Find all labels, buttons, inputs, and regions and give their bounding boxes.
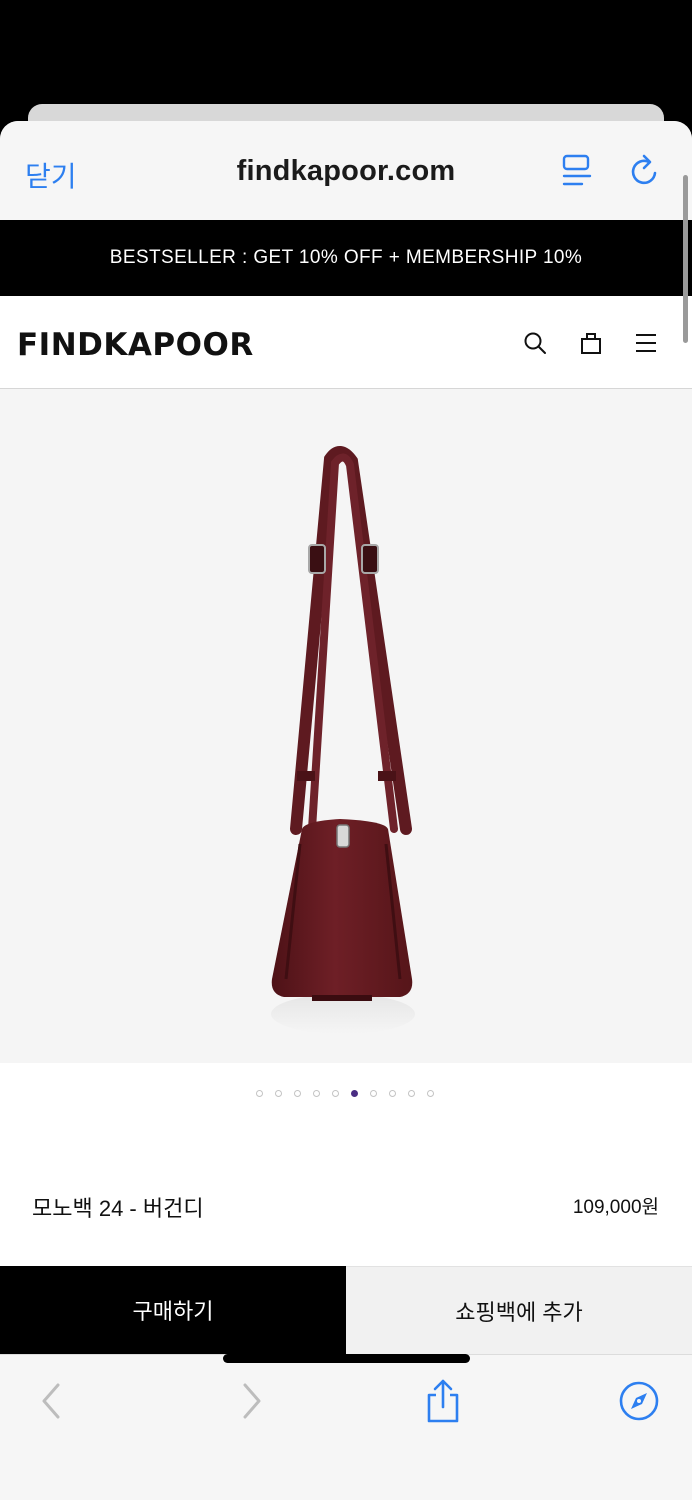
back-icon[interactable]	[30, 1379, 74, 1423]
menu-icon[interactable]	[634, 331, 658, 355]
forward-icon[interactable]	[229, 1379, 273, 1423]
gallery-pagination	[0, 1063, 692, 1151]
pagination-dot[interactable]	[427, 1090, 434, 1097]
search-icon[interactable]	[523, 331, 547, 355]
share-icon[interactable]	[421, 1379, 465, 1423]
scrollbar[interactable]	[683, 175, 688, 343]
pagination-dot[interactable]	[256, 1090, 263, 1097]
home-indicator[interactable]	[223, 1354, 470, 1363]
product-info: 모노백 24 - 버건디 109,000원	[0, 1151, 692, 1266]
product-price: 109,000원	[572, 1197, 659, 1218]
promo-banner[interactable]: BESTSELLER : GET 10% OFF + MEMBERSHIP 10…	[0, 220, 692, 296]
buy-button[interactable]: 구매하기	[0, 1266, 346, 1354]
reload-icon[interactable]	[628, 153, 662, 189]
pagination-dot[interactable]	[275, 1090, 282, 1097]
pagination-dot[interactable]	[294, 1090, 301, 1097]
pagination-dot[interactable]	[313, 1090, 320, 1097]
browser-sheet: 닫기 findkapoor.com BESTSELLER : GET 10% O…	[0, 121, 692, 1500]
browser-bottom-toolbar	[0, 1354, 692, 1500]
action-buttons: 구매하기 쇼핑백에 추가	[0, 1266, 692, 1354]
shopping-bag-icon[interactable]	[579, 331, 603, 355]
pagination-dot[interactable]	[351, 1090, 358, 1097]
pagination-dot[interactable]	[389, 1090, 396, 1097]
pagination-dot[interactable]	[332, 1090, 339, 1097]
browser-top-bar: 닫기 findkapoor.com	[0, 121, 692, 220]
promo-text: BESTSELLER : GET 10% OFF + MEMBERSHIP 10…	[109, 247, 583, 268]
site-header: FINDKAPOOR	[0, 296, 692, 389]
pagination-dot[interactable]	[408, 1090, 415, 1097]
compass-icon[interactable]	[617, 1379, 661, 1423]
pagination-dot[interactable]	[370, 1090, 377, 1097]
product-image[interactable]	[0, 389, 692, 1063]
product-name: 모노백 24 - 버건디	[32, 1196, 204, 1221]
reader-icon[interactable]	[560, 153, 594, 189]
brand-logo[interactable]: FINDKAPOOR	[17, 327, 254, 363]
add-to-bag-button[interactable]: 쇼핑백에 추가	[346, 1266, 692, 1354]
